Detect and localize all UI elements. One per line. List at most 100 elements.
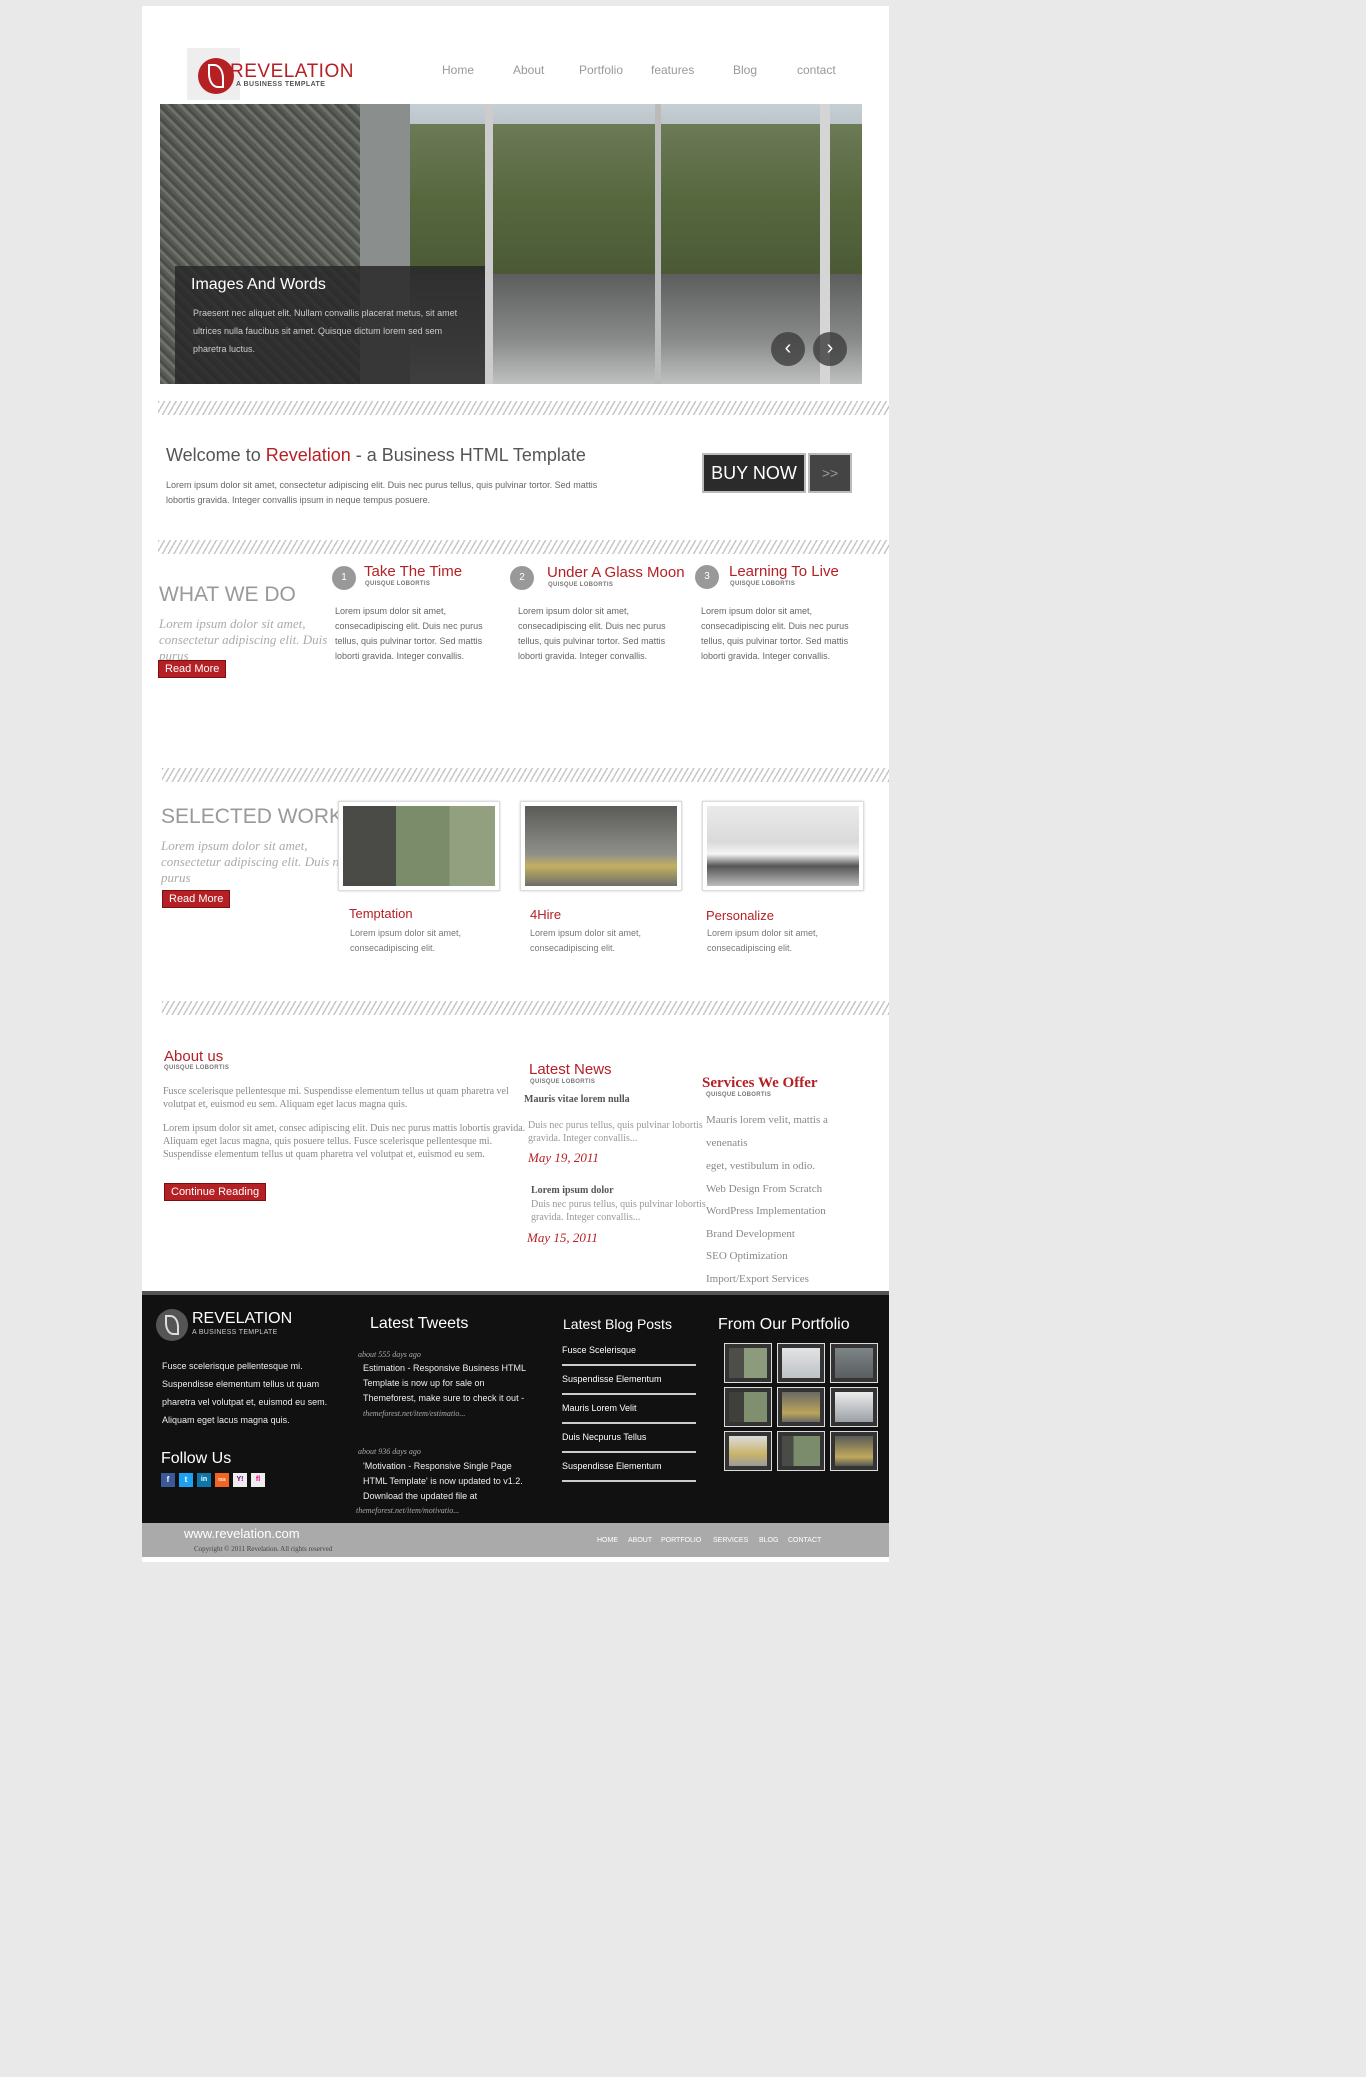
work-title[interactable]: Temptation bbox=[349, 906, 413, 921]
welcome-suffix: - a Business HTML Template bbox=[350, 445, 586, 465]
rss-icon[interactable]: rss bbox=[215, 1473, 229, 1487]
nav-blog[interactable]: Blog bbox=[733, 63, 757, 77]
nav-about[interactable]: About bbox=[513, 63, 544, 77]
bottom-nav-about[interactable]: ABOUT bbox=[628, 1537, 652, 1544]
blog-post-link[interactable]: Fusce Scelerisque bbox=[562, 1345, 696, 1366]
buy-now-button[interactable]: BUY NOW bbox=[702, 453, 806, 493]
flickr-icon[interactable]: fl bbox=[251, 1473, 265, 1487]
services-item[interactable]: WordPress Implementation bbox=[706, 1205, 826, 1217]
service-card: 3 Learning To Live QUISQUE LOBORTIS Lore… bbox=[694, 563, 884, 674]
about-title: About us bbox=[164, 1048, 224, 1065]
services-item[interactable]: eget, vestibulum in odio. bbox=[706, 1160, 815, 1172]
what-we-do-title: WHAT WE DO bbox=[159, 583, 296, 606]
services-item[interactable]: Mauris lorem velit, mattis a bbox=[706, 1114, 828, 1126]
number-badge: 1 bbox=[332, 566, 356, 590]
services-item[interactable]: SEO Optimization bbox=[706, 1250, 788, 1262]
tweet-meta: about 555 days ago bbox=[358, 1350, 421, 1359]
selected-work-read-more-button[interactable]: Read More bbox=[162, 890, 231, 908]
portfolio-title: From Our Portfolio bbox=[718, 1316, 850, 1333]
facebook-icon[interactable]: f bbox=[161, 1473, 175, 1487]
nav-home[interactable]: Home bbox=[442, 63, 474, 77]
footer-text: Fusce scelerisque pellentesque mi. Suspe… bbox=[162, 1361, 328, 1425]
services-item[interactable]: Import/Export Services bbox=[706, 1273, 809, 1285]
blog-post-link[interactable]: Suspendisse Elementum bbox=[562, 1461, 696, 1482]
tweets-title: Latest Tweets bbox=[370, 1315, 469, 1332]
services-item[interactable]: Brand Development bbox=[706, 1228, 795, 1240]
tweet-meta: about 936 days ago bbox=[358, 1447, 421, 1456]
footer-logo-name[interactable]: REVELATION bbox=[192, 1310, 292, 1328]
twitter-icon[interactable]: t bbox=[179, 1473, 193, 1487]
footer: REVELATION A BUSINESS TEMPLATE Fusce sce… bbox=[142, 1291, 889, 1523]
portfolio-thumbnail[interactable] bbox=[830, 1343, 878, 1383]
services-item[interactable]: venenatis bbox=[706, 1137, 748, 1149]
buy-now-arrow-button[interactable]: >> bbox=[808, 453, 852, 493]
tweet-link[interactable]: themeforest.net/item/motivatio... bbox=[356, 1506, 459, 1515]
tweet-link[interactable]: themeforest.net/item/estimatio... bbox=[363, 1409, 465, 1418]
work-title[interactable]: Personalize bbox=[706, 908, 774, 923]
service-title[interactable]: Under A Glass Moon bbox=[547, 564, 685, 581]
service-card: 2 Under A Glass Moon QUISQUE LOBORTIS Lo… bbox=[508, 564, 698, 674]
service-title[interactable]: Take The Time bbox=[364, 563, 462, 580]
logo-name[interactable]: REVELATION bbox=[230, 61, 354, 83]
welcome-title: Welcome to Revelation - a Business HTML … bbox=[166, 445, 586, 466]
portfolio-thumbnail[interactable] bbox=[830, 1387, 878, 1427]
service-subtitle: QUISQUE LOBORTIS bbox=[548, 582, 614, 588]
nav-portfolio[interactable]: Portfolio bbox=[579, 63, 623, 77]
portfolio-thumbnail[interactable] bbox=[724, 1431, 772, 1471]
chevron-right-icon[interactable]: › bbox=[813, 332, 847, 366]
nav-features[interactable]: features bbox=[651, 63, 694, 77]
blog-posts-title: Latest Blog Posts bbox=[563, 1316, 672, 1332]
work-thumbnail[interactable] bbox=[702, 801, 864, 891]
service-text: Lorem ipsum dolor sit amet, consecadipis… bbox=[701, 606, 849, 661]
portfolio-thumbnail[interactable] bbox=[830, 1431, 878, 1471]
bottom-bar: www.revelation.com Copyright © 2011 Reve… bbox=[142, 1523, 889, 1557]
bottom-nav-services[interactable]: SERVICES bbox=[713, 1537, 748, 1544]
about-paragraph: Lorem ipsum dolor sit amet, consec adipi… bbox=[163, 1123, 526, 1160]
bottom-nav-contact[interactable]: CONTACT bbox=[788, 1537, 821, 1544]
bottom-nav-portfolio[interactable]: PORTFOLIO bbox=[661, 1537, 701, 1544]
blog-post-link[interactable]: Duis Necpurus Tellus bbox=[562, 1432, 696, 1453]
portfolio-thumbnail[interactable] bbox=[724, 1387, 772, 1427]
number-badge: 3 bbox=[695, 565, 719, 589]
divider bbox=[158, 401, 889, 415]
news-headline[interactable]: Lorem ipsum dolor bbox=[531, 1185, 614, 1196]
footer-logo-tagline: A BUSINESS TEMPLATE bbox=[192, 1329, 278, 1336]
news-body: Duis nec purus tellus, quis pulvinar lob… bbox=[531, 1199, 706, 1223]
news-headline[interactable]: Mauris vitae lorem nulla bbox=[524, 1094, 630, 1105]
slide-caption-text: Praesent nec aliquet elit. Nullam conval… bbox=[193, 308, 458, 354]
nav-contact[interactable]: contact bbox=[797, 63, 836, 77]
yahoo-icon[interactable]: Y! bbox=[233, 1473, 247, 1487]
news-date: May 15, 2011 bbox=[527, 1230, 598, 1245]
chevron-left-icon[interactable]: ‹ bbox=[771, 332, 805, 366]
work-title[interactable]: 4Hire bbox=[530, 907, 561, 922]
hero-image-hills bbox=[410, 124, 862, 274]
portfolio-thumbnail[interactable] bbox=[777, 1431, 825, 1471]
work-thumbnail[interactable] bbox=[338, 801, 500, 891]
work-image bbox=[343, 806, 495, 886]
work-thumbnail[interactable] bbox=[520, 801, 682, 891]
window-frame bbox=[485, 104, 493, 384]
divider bbox=[162, 768, 889, 782]
selected-work-intro: Lorem ipsum dolor sit amet, consectetur … bbox=[161, 838, 351, 885]
portfolio-thumbnail[interactable] bbox=[777, 1387, 825, 1427]
service-title[interactable]: Learning To Live bbox=[729, 563, 839, 580]
portfolio-thumbnail[interactable] bbox=[724, 1343, 772, 1383]
what-we-do-read-more-button[interactable]: Read More bbox=[158, 660, 227, 678]
slide-caption: Images And Words Praesent nec aliquet el… bbox=[175, 266, 485, 384]
blog-post-link[interactable]: Mauris Lorem Velit bbox=[562, 1403, 696, 1424]
service-card: 1 Take The Time QUISQUE LOBORTIS Lorem i… bbox=[330, 563, 520, 674]
about-paragraph: Fusce scelerisque pellentesque mi. Suspe… bbox=[163, 1086, 509, 1110]
linkedin-icon[interactable]: in bbox=[197, 1473, 211, 1487]
service-text: Lorem ipsum dolor sit amet, consecadipis… bbox=[518, 606, 666, 661]
divider bbox=[158, 540, 889, 554]
site-url[interactable]: www.revelation.com bbox=[184, 1526, 300, 1541]
welcome-text: Lorem ipsum dolor sit amet, consectetur … bbox=[166, 480, 598, 505]
page: REVELATION A BUSINESS TEMPLATE Home Abou… bbox=[142, 6, 889, 1562]
bottom-nav-blog[interactable]: BLOG bbox=[759, 1537, 778, 1544]
services-item[interactable]: Web Design From Scratch bbox=[706, 1183, 822, 1195]
continue-reading-button[interactable]: Continue Reading bbox=[164, 1183, 267, 1201]
blog-post-link[interactable]: Suspendisse Elementum bbox=[562, 1374, 696, 1395]
what-we-do-intro: Lorem ipsum dolor sit amet, consectetur … bbox=[159, 616, 349, 663]
portfolio-thumbnail[interactable] bbox=[777, 1343, 825, 1383]
bottom-nav-home[interactable]: HOME bbox=[597, 1537, 618, 1544]
